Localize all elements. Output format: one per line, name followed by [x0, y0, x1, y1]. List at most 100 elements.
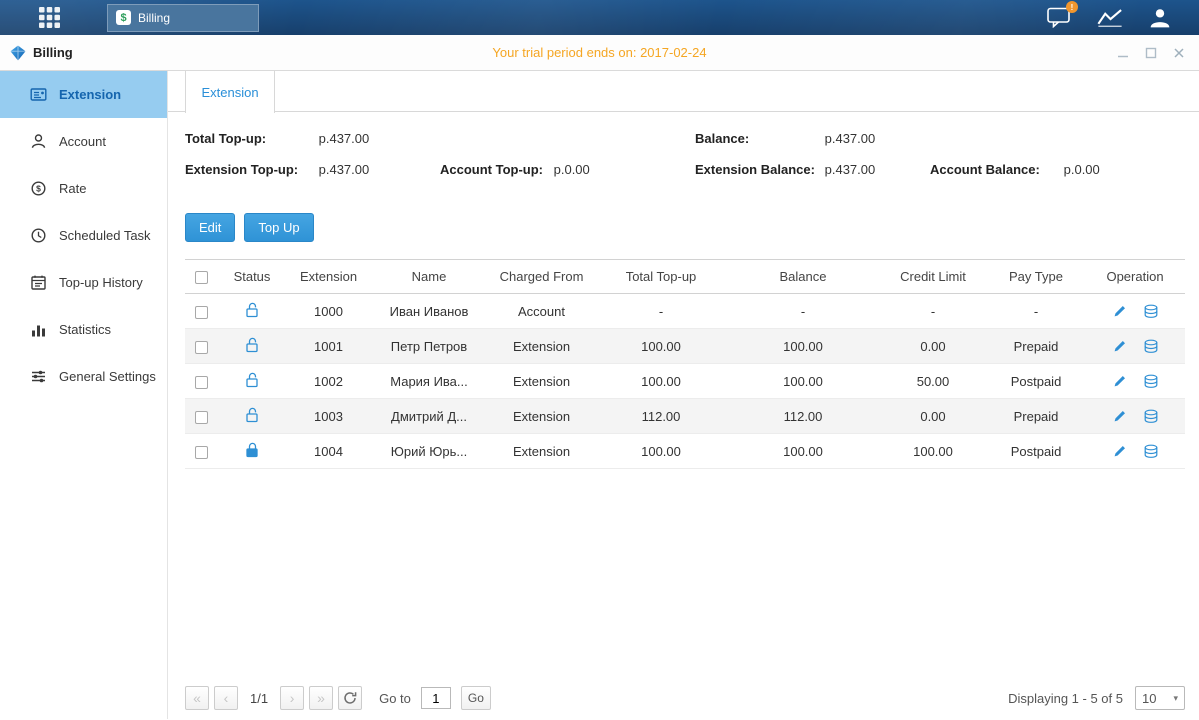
- unlocked-icon[interactable]: [244, 407, 260, 423]
- app-launcher-icon[interactable]: [36, 7, 63, 28]
- row-checkbox[interactable]: [195, 306, 208, 319]
- cell-charged-from: Extension: [488, 364, 595, 399]
- cell-charged-from: Extension: [488, 329, 595, 364]
- prev-page-button[interactable]: ‹: [214, 686, 238, 710]
- cell-total-top-up: 100.00: [595, 329, 727, 364]
- cell-total-top-up: 100.00: [595, 434, 727, 469]
- maximize-button[interactable]: [1145, 47, 1157, 59]
- billing-summary: Total Top-up: p.437.00 Balance: p.437.00…: [185, 131, 1185, 197]
- sidebar-item-statistics[interactable]: Statistics: [0, 306, 167, 353]
- col-header-total-top-up: Total Top-up: [595, 260, 727, 294]
- row-checkbox[interactable]: [195, 446, 208, 459]
- summary-value: p.437.00: [319, 131, 370, 146]
- cell-balance: 100.00: [727, 434, 879, 469]
- tab-extension[interactable]: Extension: [185, 71, 275, 113]
- edit-button[interactable]: Edit: [185, 213, 235, 242]
- select-all-checkbox[interactable]: [195, 271, 208, 284]
- chevron-down-icon: ▾: [1173, 693, 1178, 704]
- messages-icon[interactable]: !: [1046, 7, 1071, 28]
- extension-card-icon: [30, 86, 47, 103]
- sidebar: Extension Account $ Rate Scheduled Task: [0, 71, 168, 719]
- cell-credit-limit: 0.00: [879, 399, 987, 434]
- goto-page-input[interactable]: [421, 687, 451, 709]
- top-up-coins-icon[interactable]: [1143, 304, 1159, 319]
- sidebar-item-label: Statistics: [59, 322, 111, 337]
- close-button[interactable]: [1173, 47, 1185, 59]
- minimize-button[interactable]: [1117, 47, 1129, 59]
- billing-app-tab[interactable]: $ Billing: [107, 4, 259, 32]
- sidebar-item-rate[interactable]: $ Rate: [0, 165, 167, 212]
- cell-credit-limit: -: [879, 294, 987, 329]
- row-checkbox[interactable]: [195, 376, 208, 389]
- prev-page-icon: ‹: [224, 690, 229, 706]
- sidebar-item-label: Rate: [59, 181, 86, 196]
- top-up-coins-icon[interactable]: [1143, 444, 1159, 459]
- edit-pencil-icon[interactable]: [1112, 409, 1127, 424]
- top-up-coins-icon[interactable]: [1143, 409, 1159, 424]
- bar-chart-icon: [30, 321, 47, 338]
- cell-extension: 1002: [287, 364, 370, 399]
- top-up-coins-icon[interactable]: [1143, 374, 1159, 389]
- cell-charged-from: Extension: [488, 434, 595, 469]
- cell-name: Петр Петров: [370, 329, 488, 364]
- statistics-chart-icon[interactable]: [1097, 8, 1123, 27]
- svg-text:$: $: [36, 184, 41, 194]
- table-header-row: Status Extension Name Charged From Total…: [185, 260, 1185, 294]
- first-page-button[interactable]: «: [185, 686, 209, 710]
- summary-account-top-up: Account Top-up: p.0.00: [440, 162, 590, 177]
- first-page-icon: «: [193, 690, 201, 706]
- displaying-text: Displaying 1 - 5 of 5: [1008, 691, 1123, 706]
- edit-pencil-icon[interactable]: [1112, 339, 1127, 354]
- edit-pencil-icon[interactable]: [1112, 304, 1127, 319]
- row-checkbox[interactable]: [195, 411, 208, 424]
- col-header-credit-limit: Credit Limit: [879, 260, 987, 294]
- edit-pencil-icon[interactable]: [1112, 444, 1127, 459]
- user-account-icon[interactable]: [1149, 8, 1171, 28]
- cell-name: Юрий Юрь...: [370, 434, 488, 469]
- cell-balance: -: [727, 294, 879, 329]
- summary-label: Total Top-up:: [185, 131, 315, 146]
- billing-dollar-icon: $: [116, 10, 131, 25]
- next-page-button[interactable]: ›: [280, 686, 304, 710]
- last-page-button[interactable]: »: [309, 686, 333, 710]
- cell-total-top-up: 100.00: [595, 364, 727, 399]
- page-size-select[interactable]: 10 ▾: [1135, 686, 1185, 710]
- sidebar-item-account[interactable]: Account: [0, 118, 167, 165]
- billing-logo-icon: [10, 45, 26, 61]
- cell-extension: 1004: [287, 434, 370, 469]
- cell-pay-type: -: [987, 294, 1085, 329]
- locked-icon[interactable]: [244, 442, 260, 458]
- cell-charged-from: Account: [488, 294, 595, 329]
- extension-table: Status Extension Name Charged From Total…: [185, 259, 1185, 469]
- person-icon: [30, 133, 47, 150]
- refresh-button[interactable]: [338, 686, 362, 710]
- table-row: 1002 Мария Ива... Extension 100.00 100.0…: [185, 364, 1185, 399]
- cell-pay-type: Postpaid: [987, 364, 1085, 399]
- notification-badge: !: [1066, 1, 1078, 13]
- summary-label: Extension Top-up:: [185, 162, 315, 177]
- edit-pencil-icon[interactable]: [1112, 374, 1127, 389]
- rate-coin-icon: $: [30, 180, 47, 197]
- go-button[interactable]: Go: [461, 686, 491, 710]
- person-icon: [1149, 8, 1171, 28]
- unlocked-icon[interactable]: [244, 372, 260, 388]
- summary-total-top-up: Total Top-up: p.437.00: [185, 131, 369, 146]
- cell-total-top-up: 112.00: [595, 399, 727, 434]
- sidebar-item-extension[interactable]: Extension: [0, 71, 167, 118]
- unlocked-icon[interactable]: [244, 337, 260, 353]
- sidebar-item-label: Top-up History: [59, 275, 143, 290]
- row-checkbox[interactable]: [195, 341, 208, 354]
- action-buttons: Edit Top Up: [185, 213, 1185, 242]
- top-up-coins-icon[interactable]: [1143, 339, 1159, 354]
- main-panel: Extension Total Top-up: p.437.00 Balance…: [168, 71, 1199, 719]
- top-up-button[interactable]: Top Up: [244, 213, 313, 242]
- page-indicator: 1/1: [250, 691, 268, 706]
- sidebar-item-topup-history[interactable]: Top-up History: [0, 259, 167, 306]
- unlocked-icon[interactable]: [244, 302, 260, 318]
- sidebar-item-label: General Settings: [59, 369, 156, 384]
- sidebar-item-scheduled-task[interactable]: Scheduled Task: [0, 212, 167, 259]
- billing-tab-label: Billing: [138, 11, 170, 25]
- sidebar-item-label: Account: [59, 134, 106, 149]
- sidebar-item-general-settings[interactable]: General Settings: [0, 353, 167, 400]
- cell-extension: 1000: [287, 294, 370, 329]
